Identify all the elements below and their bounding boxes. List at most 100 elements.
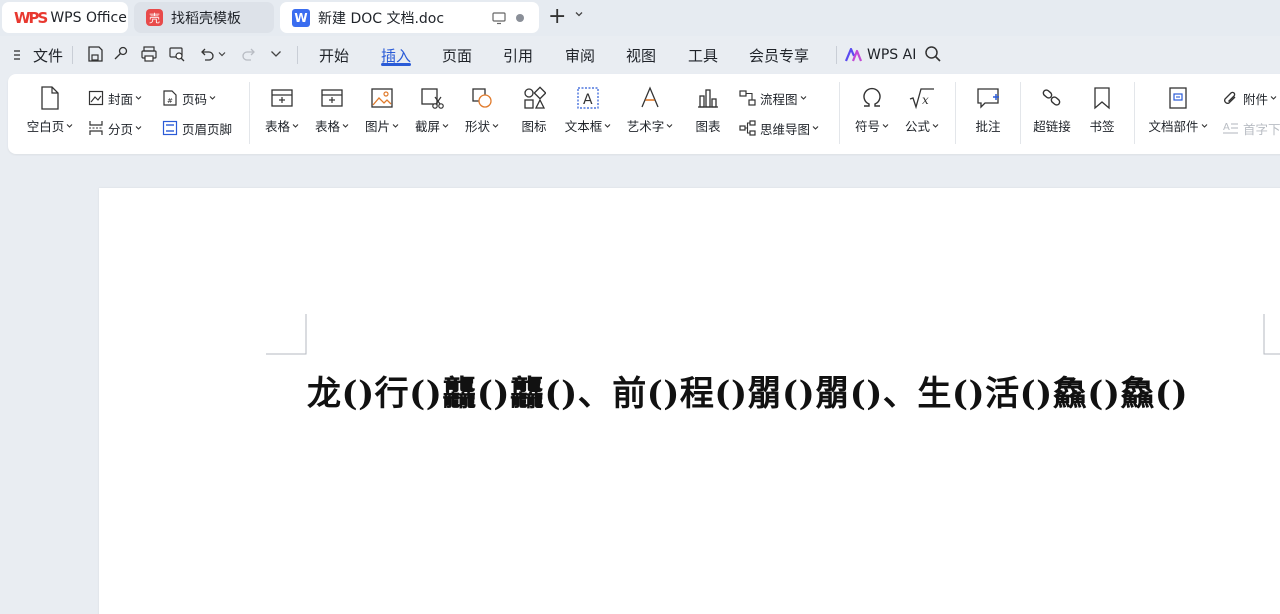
- divider: [955, 82, 956, 144]
- caret-down-icon: [209, 96, 216, 100]
- textbox-icon: A: [577, 87, 599, 109]
- symbol-label: 符号: [854, 119, 880, 134]
- tab-view[interactable]: 视图: [626, 38, 656, 72]
- tab-insert[interactable]: 插入: [381, 38, 411, 72]
- comment-button[interactable]: 批注: [968, 86, 1008, 135]
- tab-tools[interactable]: 工具: [688, 38, 718, 72]
- page-number-button[interactable]: # 页码: [162, 88, 220, 108]
- page-number-icon: #: [163, 90, 177, 106]
- flowchart-button[interactable]: 流程图: [739, 88, 811, 108]
- table-icon: [271, 89, 293, 107]
- caret-down-icon: [492, 123, 499, 128]
- word-doc-icon: W: [292, 8, 310, 27]
- screenshot-label: 截屏: [414, 119, 440, 134]
- caret-down-icon: [342, 123, 349, 128]
- caret-down-icon: [1201, 123, 1207, 128]
- document-parts-label: 文档部件: [1148, 119, 1199, 134]
- mindmap-button[interactable]: 思维导图: [739, 118, 823, 138]
- table-style-button[interactable]: 表格: [312, 86, 352, 135]
- chart-button[interactable]: 图表: [690, 86, 726, 135]
- shape-label: 形状: [464, 119, 490, 134]
- menu-icon: [14, 50, 20, 60]
- chevron-down-icon[interactable]: [270, 49, 282, 59]
- file-menu-label: 文件: [33, 46, 64, 65]
- tab-references[interactable]: 引用: [503, 38, 533, 72]
- tab-label: 找稻壳模板: [171, 10, 241, 27]
- svg-text:#: #: [167, 97, 173, 105]
- chevron-down-icon[interactable]: [574, 9, 584, 19]
- caret-down-icon: [666, 123, 673, 128]
- page-number-label: 页码: [182, 91, 208, 107]
- icon-library-label: 图标: [521, 119, 547, 134]
- undo-icon[interactable]: [198, 45, 216, 63]
- caret-down-icon: [66, 123, 73, 128]
- table-label: 表格: [264, 119, 290, 134]
- textbox-button[interactable]: A 文本框: [563, 86, 613, 135]
- redo-icon: [242, 48, 255, 61]
- shape-button[interactable]: 形状: [462, 86, 502, 135]
- drop-cap-icon: A: [1223, 122, 1238, 134]
- tab-page[interactable]: 页面: [442, 38, 472, 72]
- document-parts-button[interactable]: 文档部件: [1146, 86, 1210, 135]
- wordart-button[interactable]: 艺术字: [625, 86, 675, 135]
- cover-button[interactable]: 封面: [88, 88, 146, 108]
- tab-wps-office[interactable]: WPS WPS Office: [2, 2, 128, 33]
- paperclip-icon: [1224, 91, 1236, 104]
- picture-label: 图片: [364, 119, 390, 134]
- new-tab-button[interactable]: +: [548, 6, 566, 28]
- docer-logo-icon: 壳: [146, 9, 163, 26]
- document-body-text[interactable]: 龙()行()龘()龘()、前()程()朤()朤()、生()活()鱻()鱻(): [307, 366, 1188, 415]
- tab-review[interactable]: 审阅: [565, 38, 595, 72]
- drop-cap-label: 首字下: [1243, 121, 1280, 137]
- save-icon[interactable]: [86, 45, 104, 63]
- header-footer-button[interactable]: 页眉页脚: [162, 118, 232, 138]
- mindmap-label: 思维导图: [760, 121, 811, 137]
- margin-corner-mark: [1263, 314, 1280, 355]
- tab-document[interactable]: W 新建 DOC 文档.doc: [280, 2, 539, 33]
- tab-membership[interactable]: 会员专享: [749, 38, 809, 72]
- caret-down-icon: [882, 123, 889, 128]
- wordart-label: 艺术字: [626, 119, 665, 134]
- bookmark-button[interactable]: 书签: [1084, 86, 1120, 135]
- attachment-button[interactable]: 附件: [1222, 88, 1280, 108]
- symbol-button[interactable]: 符号: [852, 86, 892, 135]
- caret-down-icon: [135, 126, 142, 130]
- blank-page-button[interactable]: 空白页: [24, 86, 76, 135]
- screenshot-button[interactable]: 截屏: [412, 86, 452, 135]
- tab-home[interactable]: 开始: [319, 38, 349, 72]
- tab-template[interactable]: 壳 找稻壳模板: [134, 2, 274, 33]
- caret-down-icon: [442, 123, 449, 128]
- wps-ai-button[interactable]: WPS AI: [845, 38, 916, 72]
- file-menu[interactable]: 文件: [13, 38, 63, 72]
- formula-button[interactable]: x 公式: [902, 86, 942, 135]
- wordart-icon: [641, 86, 659, 108]
- drop-cap-button: A 首字下: [1222, 118, 1280, 138]
- table-style-label: 表格: [314, 119, 340, 134]
- key-icon[interactable]: [112, 45, 130, 63]
- table-button[interactable]: 表格: [262, 86, 302, 135]
- hyperlink-button[interactable]: 超链接: [1032, 86, 1072, 135]
- caret-down-icon: [812, 126, 819, 130]
- icon-library-button[interactable]: 图标: [514, 86, 554, 135]
- blank-page-label: 空白页: [26, 119, 65, 134]
- chevron-down-icon[interactable]: [218, 50, 226, 58]
- comment-icon: [977, 88, 999, 109]
- comment-label: 批注: [975, 119, 1001, 134]
- caret-down-icon: [292, 123, 299, 128]
- svg-text:A: A: [583, 92, 593, 108]
- page-break-button[interactable]: 分页: [88, 118, 146, 138]
- search-icon[interactable]: [924, 45, 942, 63]
- print-icon[interactable]: [140, 45, 158, 63]
- formula-label: 公式: [904, 119, 930, 134]
- divider: [1134, 82, 1135, 144]
- cover-icon: [88, 90, 104, 106]
- picture-button[interactable]: 图片: [362, 86, 402, 135]
- unsaved-dot-icon[interactable]: [516, 14, 524, 22]
- print-preview-icon[interactable]: [168, 45, 186, 63]
- monitor-icon[interactable]: [492, 11, 506, 25]
- formula-icon: x: [909, 88, 934, 110]
- wps-logo-icon: WPS: [14, 8, 48, 27]
- blank-page-icon: [41, 86, 59, 110]
- page-break-label: 分页: [108, 121, 134, 137]
- cover-label: 封面: [108, 91, 134, 107]
